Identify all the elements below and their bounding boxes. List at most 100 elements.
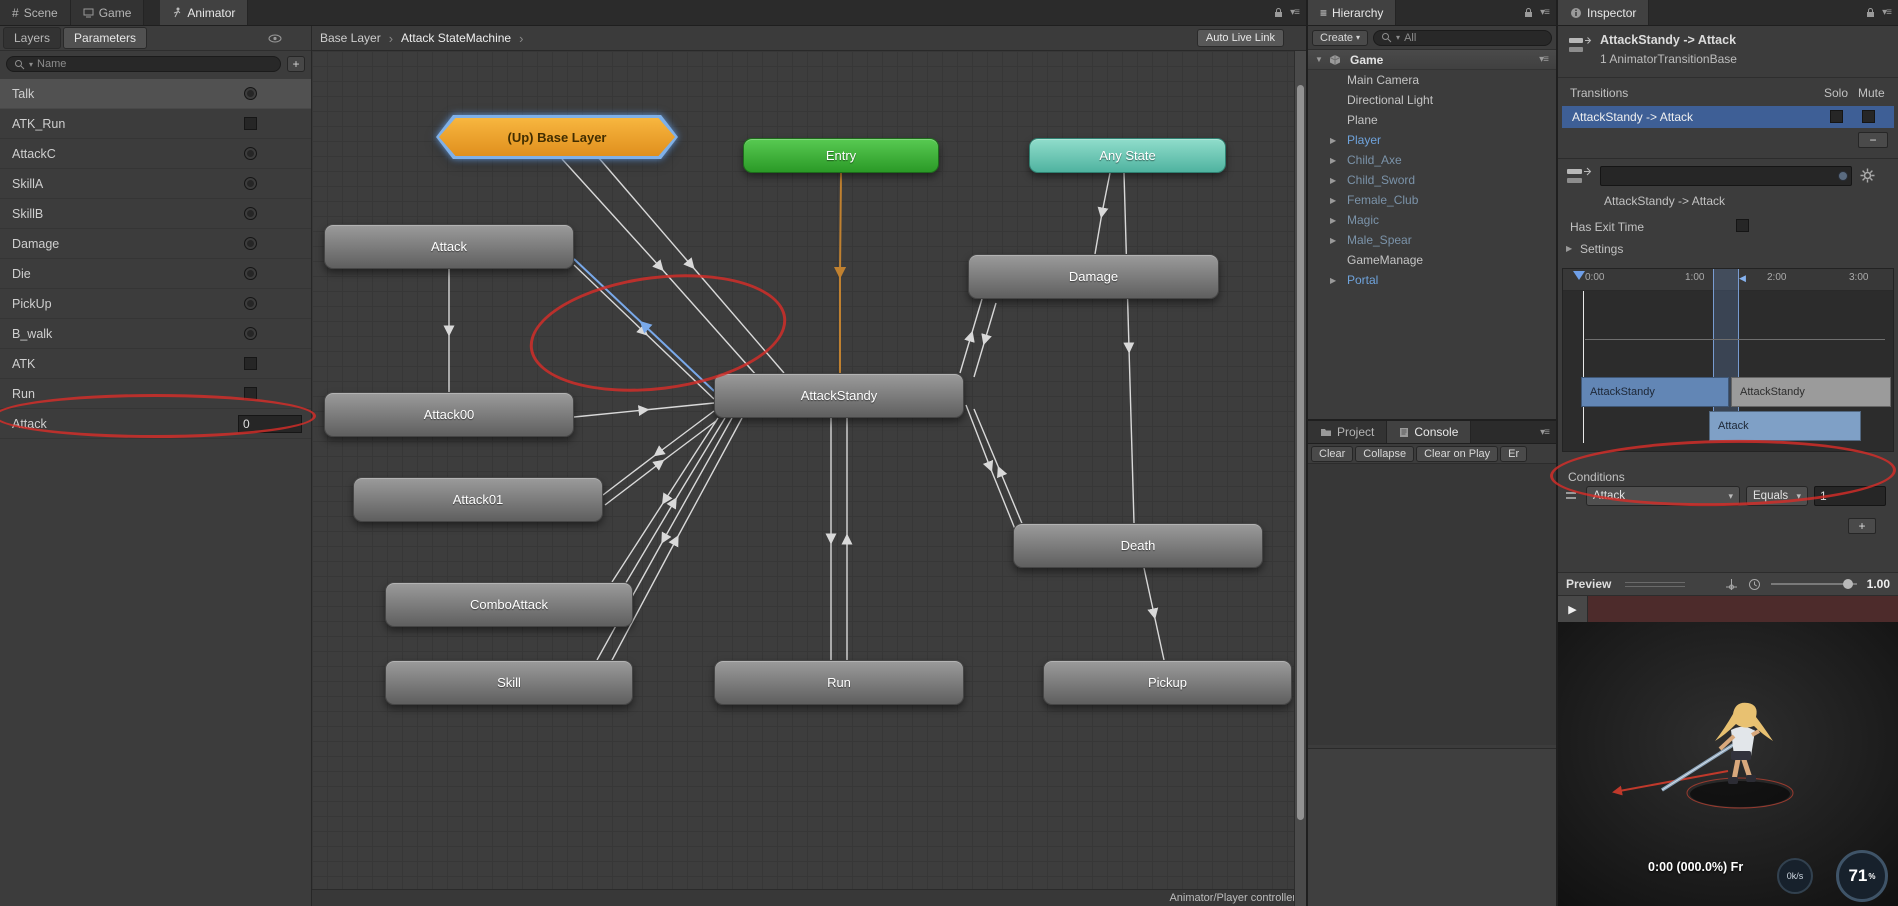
expand-triangle-icon[interactable]: ▶ bbox=[1330, 176, 1336, 185]
state-node-attackstandy[interactable]: AttackStandy bbox=[714, 373, 964, 418]
collapse-button[interactable]: Collapse bbox=[1355, 445, 1415, 462]
state-node-comboattack[interactable]: ComboAttack bbox=[385, 582, 633, 627]
hierarchy-item[interactable]: ▶ Female_Club bbox=[1308, 190, 1556, 210]
expand-triangle-icon[interactable]: ▶ bbox=[1330, 196, 1336, 205]
parameter-row[interactable]: Damage bbox=[0, 229, 311, 259]
expand-triangle-icon[interactable]: ▶ bbox=[1330, 236, 1336, 245]
scrollbar-thumb[interactable] bbox=[1297, 85, 1304, 821]
state-node-any-state[interactable]: Any State bbox=[1029, 138, 1226, 173]
parameter-row[interactable]: Talk bbox=[0, 79, 311, 109]
state-node-attack01[interactable]: Attack01 bbox=[353, 477, 603, 522]
transition-timeline[interactable]: 0:00 1:00 2:00 3:00 ◀ AttackStandy Attac… bbox=[1562, 268, 1894, 452]
console-detail-pane[interactable] bbox=[1308, 748, 1556, 906]
hierarchy-item[interactable]: ▶ Portal bbox=[1308, 270, 1556, 290]
timeline-bar-attackstandy[interactable]: AttackStandy bbox=[1581, 377, 1729, 407]
preview-drag-handle[interactable] bbox=[1625, 581, 1686, 587]
tab-scene[interactable]: # Scene bbox=[0, 0, 71, 25]
parameter-row[interactable]: SkillB bbox=[0, 199, 311, 229]
trigger-radio[interactable] bbox=[244, 87, 257, 100]
state-node-damage[interactable]: Damage bbox=[968, 254, 1219, 299]
parameter-row[interactable]: SkillA bbox=[0, 169, 311, 199]
tab-inspector[interactable]: Inspector bbox=[1558, 0, 1650, 25]
state-node-attack00[interactable]: Attack00 bbox=[324, 392, 574, 437]
parameter-row[interactable]: AttackC bbox=[0, 139, 311, 169]
expand-triangle-icon[interactable]: ▶ bbox=[1330, 276, 1336, 285]
hierarchy-item[interactable]: Directional Light bbox=[1308, 90, 1556, 110]
preview-viewport[interactable]: 0:00 (000.0%) Fr 0k/s 71% bbox=[1558, 622, 1898, 906]
state-node-skill[interactable]: Skill bbox=[385, 660, 633, 705]
condition-value-field[interactable]: 1 bbox=[1814, 486, 1886, 506]
expand-triangle-icon[interactable]: ▶ bbox=[1330, 156, 1336, 165]
transition-list-row[interactable]: AttackStandy -> Attack bbox=[1562, 106, 1894, 128]
band-end-marker-icon[interactable]: ◀ bbox=[1739, 273, 1746, 284]
parameter-row[interactable]: Die bbox=[0, 259, 311, 289]
hierarchy-item[interactable]: Main Camera bbox=[1308, 70, 1556, 90]
expand-triangle-icon[interactable]: ▶ bbox=[1330, 136, 1336, 145]
pivot-icon[interactable] bbox=[1725, 578, 1738, 591]
object-picker-icon[interactable] bbox=[1838, 171, 1848, 181]
pane-menu-icon[interactable]: ▾≡ bbox=[1882, 7, 1892, 18]
expand-triangle-icon[interactable]: ▶ bbox=[1330, 216, 1336, 225]
hierarchy-item[interactable]: ▶ Child_Sword bbox=[1308, 170, 1556, 190]
timeline-bar-attackstandy-2[interactable]: AttackStandy bbox=[1731, 377, 1891, 407]
breadcrumb-base-layer[interactable]: Base Layer bbox=[320, 31, 381, 45]
parameter-search-input[interactable]: ▾ Name bbox=[6, 56, 281, 72]
graph-vertical-scrollbar[interactable] bbox=[1294, 51, 1306, 906]
hierarchy-item[interactable]: ▶ Child_Axe bbox=[1308, 150, 1556, 170]
clear-button[interactable]: Clear bbox=[1311, 445, 1354, 462]
state-node-attack[interactable]: Attack bbox=[324, 224, 574, 269]
bool-checkbox[interactable] bbox=[244, 117, 257, 130]
foldout-triangle-icon[interactable]: ▶ bbox=[1566, 244, 1572, 253]
trigger-radio[interactable] bbox=[244, 237, 257, 250]
slider-thumb[interactable] bbox=[1842, 579, 1853, 589]
tab-parameters[interactable]: Parameters bbox=[63, 27, 148, 49]
playhead-marker[interactable] bbox=[1573, 271, 1585, 280]
breadcrumb-attack-statemachine[interactable]: Attack StateMachine bbox=[401, 31, 511, 45]
auto-live-link-button[interactable]: Auto Live Link bbox=[1196, 29, 1284, 47]
tab-console[interactable]: Console bbox=[1387, 421, 1472, 443]
hierarchy-item[interactable]: ▶ Male_Spear bbox=[1308, 230, 1556, 250]
timeline-bar-attack[interactable]: Attack bbox=[1709, 411, 1861, 441]
pane-menu-icon[interactable]: ▾≡ bbox=[1290, 7, 1300, 18]
trigger-radio[interactable] bbox=[244, 327, 257, 340]
parameter-row[interactable]: Attack 0 bbox=[0, 409, 311, 439]
preview-speed-slider[interactable] bbox=[1770, 579, 1857, 589]
trigger-radio[interactable] bbox=[244, 207, 257, 220]
state-node-pickup[interactable]: Pickup bbox=[1043, 660, 1292, 705]
trigger-radio[interactable] bbox=[244, 177, 257, 190]
hierarchy-item[interactable]: ▶ Player bbox=[1308, 130, 1556, 150]
tab-animator[interactable]: Animator bbox=[160, 0, 249, 25]
trigger-radio[interactable] bbox=[244, 297, 257, 310]
error-pause-button[interactable]: Er bbox=[1500, 445, 1528, 462]
clock-icon[interactable] bbox=[1748, 578, 1761, 591]
mute-checkbox[interactable] bbox=[1862, 110, 1875, 123]
pane-menu-icon[interactable]: ▾≡ bbox=[1540, 7, 1550, 18]
add-parameter-button[interactable]: + bbox=[287, 56, 305, 72]
scene-row[interactable]: ▼ Game ▾≡ bbox=[1308, 50, 1556, 70]
parameter-row[interactable]: ATK_Run bbox=[0, 109, 311, 139]
trigger-radio[interactable] bbox=[244, 267, 257, 280]
solo-checkbox[interactable] bbox=[1830, 110, 1843, 123]
preview-header-bar[interactable]: Preview 1.00 bbox=[1558, 572, 1898, 596]
graph-canvas[interactable]: (Up) Base Layer Entry Any State Attack D… bbox=[312, 51, 1306, 906]
lock-icon[interactable] bbox=[1524, 7, 1533, 18]
parameter-row[interactable]: Run bbox=[0, 379, 311, 409]
parameter-row[interactable]: ATK bbox=[0, 349, 311, 379]
transition-object-field[interactable] bbox=[1600, 166, 1852, 186]
has-exit-time-checkbox[interactable] bbox=[1736, 219, 1749, 232]
tab-hierarchy[interactable]: ≡ Hierarchy bbox=[1308, 0, 1397, 25]
state-node-death[interactable]: Death bbox=[1013, 523, 1263, 568]
state-node-run[interactable]: Run bbox=[714, 660, 964, 705]
pane-menu-icon[interactable]: ▾≡ bbox=[1540, 427, 1550, 438]
state-node-up-base-layer[interactable]: (Up) Base Layer bbox=[436, 115, 678, 159]
condition-parameter-dropdown[interactable]: Attack ▾ bbox=[1586, 486, 1740, 506]
remove-transition-button[interactable]: − bbox=[1858, 132, 1888, 148]
bool-checkbox[interactable] bbox=[244, 387, 257, 400]
hierarchy-search-input[interactable]: ▾ All bbox=[1373, 29, 1552, 46]
scene-menu-icon[interactable]: ▾≡ bbox=[1539, 54, 1549, 65]
parameter-value-field[interactable]: 0 bbox=[238, 414, 302, 433]
lock-icon[interactable] bbox=[1274, 7, 1283, 18]
tab-layers[interactable]: Layers bbox=[3, 27, 62, 49]
clear-on-play-button[interactable]: Clear on Play bbox=[1416, 445, 1499, 462]
tab-game[interactable]: Game bbox=[70, 0, 145, 25]
